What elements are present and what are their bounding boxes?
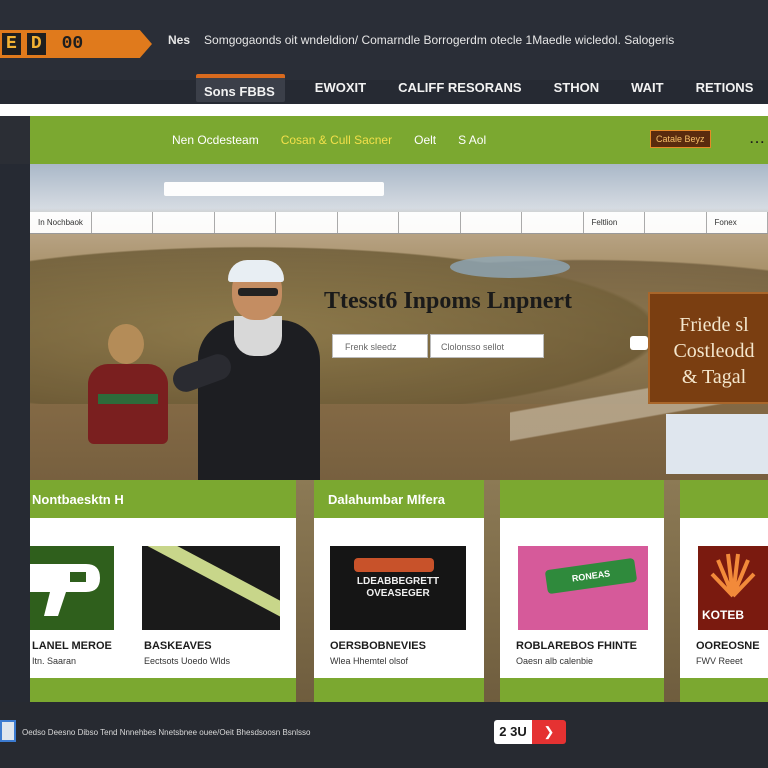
site-logo[interactable]: E D 00 [0,30,152,58]
card-title-2[interactable]: BASKEAVES [144,640,212,652]
thumbnail-label: KOTEB [702,608,744,622]
card-4[interactable]: KOTEB OOREOSNE FWV Reeet [680,480,768,702]
hero-tab[interactable]: Fonex [707,212,768,233]
card-header [500,480,664,518]
promo-line: Costleodd [673,340,755,362]
card-footer [30,678,296,702]
tagline-text: Somgogaonds oit wndeldion/ Comarndle Bor… [204,33,675,47]
hero-toggle[interactable] [630,336,648,350]
nav-item-sthon[interactable]: STHON [554,74,616,102]
content-frame-top [0,104,768,116]
hero-tab[interactable] [522,212,584,233]
hero-tab[interactable] [215,212,276,233]
card-3[interactable]: RONEAS ROBLAREBOS FHINTE Oaesn alb calen… [500,480,664,702]
mascot-body [88,364,168,444]
hero-field-2[interactable]: Clolonsso sellot [430,334,544,358]
nav-item-ewoxit[interactable]: EWOXIT [315,74,382,102]
logo-number: 00 [61,34,84,54]
card-subtitle: FWV Reeet [696,656,743,666]
card-2[interactable]: Dalahumbar Mlfera LDEABBEGRETT OVEASEGER… [314,480,484,702]
page-number[interactable]: 2 3U [494,720,532,744]
thumbnail-text: LDEABBEGRETT OVEASEGER [356,576,440,599]
card-thumbnail-2[interactable] [142,546,280,630]
wrench-icon [30,564,100,616]
subnav-item-ocdesteam[interactable]: Nen Ocdesteam [172,133,281,147]
hero-field-1[interactable]: Frenk sleedz [332,334,428,358]
card-title[interactable]: LANEL MEROE [32,640,112,652]
card-thumbnail[interactable] [30,546,114,630]
main-nav: Sons FBBS EWOXIT CALIFF RESORANS STHON W… [196,74,768,102]
mascot-figure [88,324,168,454]
card-header: Nontbaesktn H [30,480,296,518]
card-subtitle-2: Eectsots Uoedo Wlds [144,656,231,666]
footer: Oedso Deesno Dibso Tend Nnnehbes Nnetsbn… [0,702,768,768]
left-gutter-cards [0,480,30,702]
card-subtitle: Oaesn alb calenbie [516,656,594,666]
promo-line: Friede sl [679,314,749,336]
card-thumbnail[interactable]: RONEAS [518,546,648,630]
nav-item-retions[interactable]: RETIONS [696,74,768,102]
nav-item-resorans[interactable]: CALIFF RESORANS [398,74,538,102]
thumbnail-band [142,546,280,630]
card-footer [680,678,768,702]
promo-line: & Tagal [681,366,747,388]
thumbnail-ribbon: RONEAS [544,557,638,595]
hero-tab[interactable] [92,212,153,233]
next-page-button[interactable]: ❯ [532,720,566,744]
hero-tab[interactable] [645,212,707,233]
logo-block-1: E [2,33,21,55]
card-title[interactable]: OERSBOBNEVIES [330,640,426,652]
card-header [680,480,768,518]
pagination: 2 3U ❯ [494,720,566,744]
card-subtitle: Itn. Saaran [32,656,77,666]
hero-tab[interactable] [153,212,215,233]
logo-block-2: D [26,33,46,55]
footer-text: Oedso Deesno Dibso Tend Nnnehbes Nnetsbn… [22,728,311,737]
hero-tab-row: In Nochbaok Feltlion Fonex [30,212,768,234]
hero-title: Ttesst6 Inpoms Lnpnert [324,288,573,314]
left-gutter [0,116,30,164]
more-menu-icon[interactable]: ... [750,132,766,146]
hero-person [169,260,330,480]
site-tagline: Nes Somgogaonds oit wndeldion/ Comarndle … [168,33,674,47]
lake-shape [450,256,570,278]
hero-banner: In Nochbaok Feltlion Fonex Ttesst6 Inpom… [30,164,768,480]
hero-tab[interactable] [461,212,522,233]
card-header: Dalahumbar Mlfera [314,480,484,518]
building-shape [666,414,768,474]
promo-box[interactable]: Friede sl Costleodd & Tagal [648,292,768,404]
card-thumbnail[interactable]: LDEABBEGRETT OVEASEGER [330,546,466,630]
card-title[interactable]: ROBLAREBOS FHINTE [516,640,637,652]
subnav-item-oelt[interactable]: Oelt [414,133,458,147]
card-thumbnail[interactable]: KOTEB [698,546,768,630]
person-glasses [238,288,278,296]
sub-nav: Nen Ocdesteam Cosan & Cull Sacner Oelt S… [30,116,768,164]
nav-item-wait[interactable]: WAIT [631,74,680,102]
hero-tab[interactable]: In Nochbaok [30,212,92,233]
card-footer [500,678,664,702]
hero-tab[interactable]: Feltlion [584,212,645,233]
hero-tab[interactable] [338,212,399,233]
card-footer [314,678,484,702]
search-input[interactable] [164,182,384,196]
subnav-cta-button[interactable]: Catale Beyz [650,130,711,148]
card-subtitle: Wlea Hhemtel olsof [330,656,409,666]
mascot-head [108,324,144,364]
card-title[interactable]: OOREOSNE [696,640,760,652]
subnav-item-saol[interactable]: S Aol [458,133,508,147]
top-bar: E D 00 Nes Somgogaonds oit wndeldion/ Com… [0,0,768,80]
card-1[interactable]: Nontbaesktn H LANEL MEROE Itn. Saaran BA… [30,480,296,702]
person-cap [228,260,284,282]
document-icon[interactable] [0,720,16,742]
nav-item-sons[interactable]: Sons FBBS [196,74,285,102]
thumbnail-bar [354,558,434,572]
person-scarf [234,316,282,356]
hero-tab[interactable] [399,212,461,233]
hero-tab[interactable] [276,212,338,233]
subnav-item-cosan[interactable]: Cosan & Cull Sacner [281,133,414,147]
tagline-lead: Nes [168,33,191,47]
mascot-stripe [98,394,158,404]
